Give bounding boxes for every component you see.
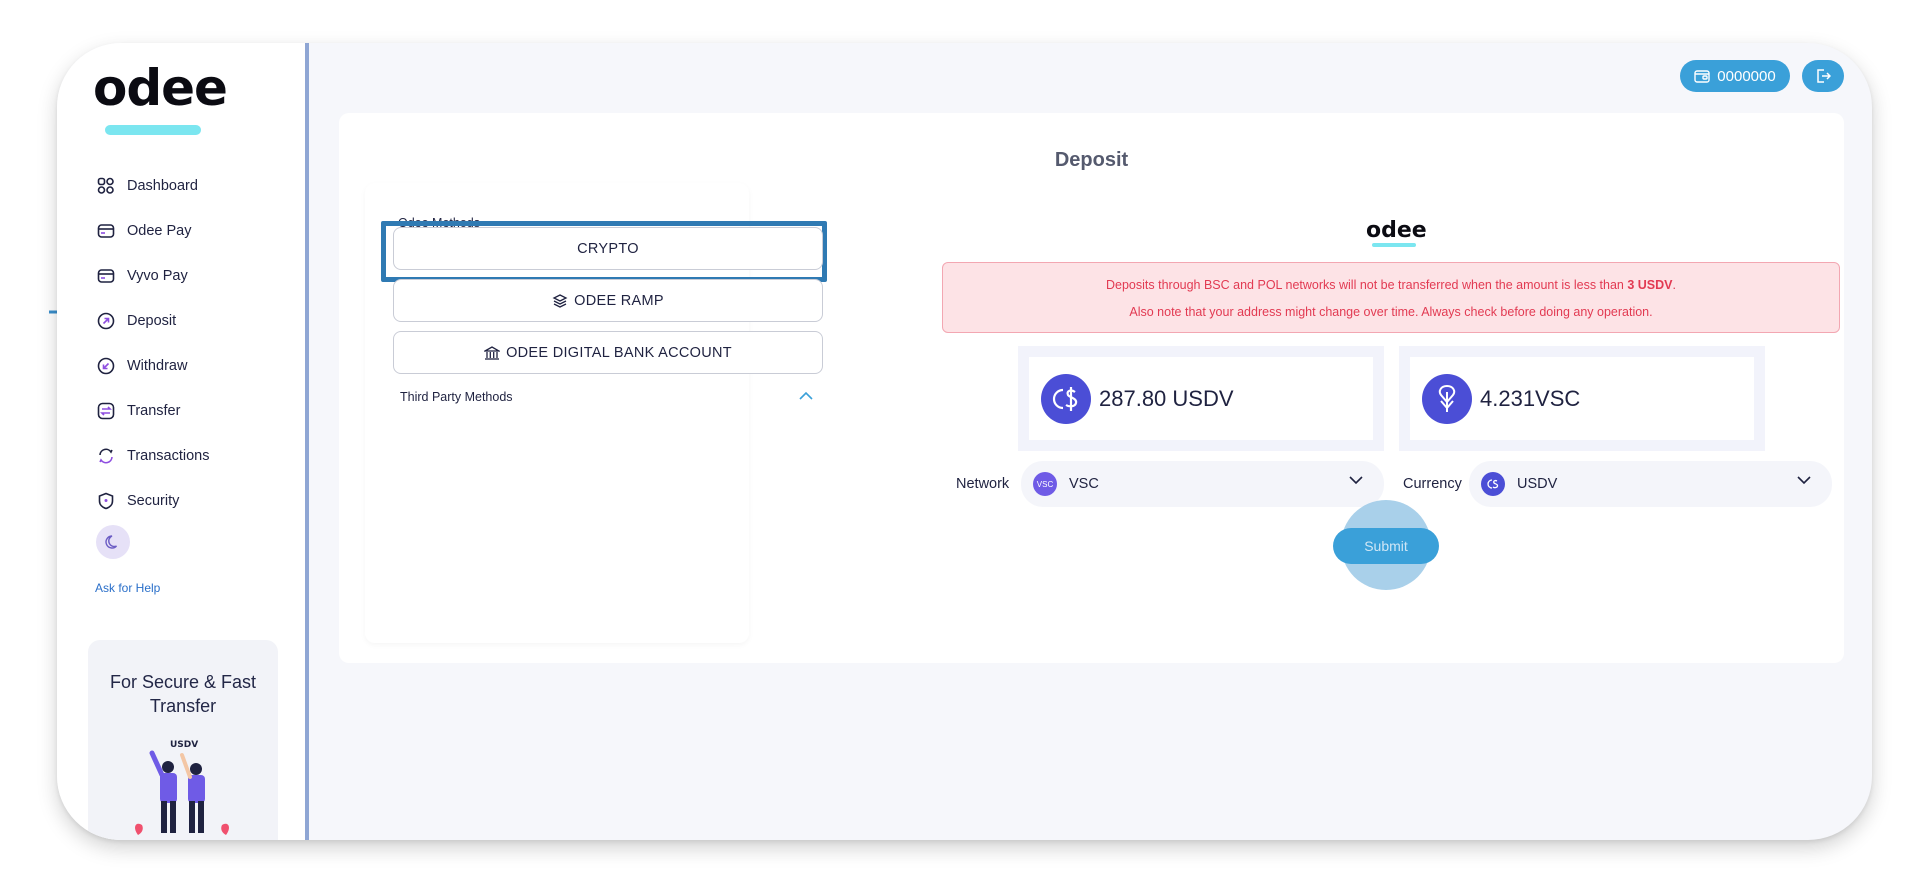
- brand-brush-stroke: [1372, 243, 1416, 247]
- transfer-icon: [95, 400, 117, 422]
- logo-text: odee: [93, 59, 228, 117]
- wallet-icon: [1694, 70, 1710, 83]
- grid-icon: [95, 175, 117, 197]
- sidebar-item-label: Dashboard: [127, 177, 198, 194]
- sidebar-item-vyvo-pay[interactable]: Vyvo Pay: [95, 253, 209, 298]
- app-window: odee Dashboard Odee Pay Vyvo Pay Deposit…: [57, 43, 1872, 840]
- alert-min-amount: 3 USDV: [1627, 278, 1673, 292]
- crypto-method-button[interactable]: CRYPTO: [393, 227, 823, 270]
- currency-select[interactable]: USDV: [1469, 461, 1832, 507]
- sidebar-item-label: Vyvo Pay: [127, 267, 188, 284]
- vsc-balance-card: 4.231VSC: [1399, 346, 1765, 451]
- sidebar-nav: Dashboard Odee Pay Vyvo Pay Deposit With…: [95, 163, 209, 523]
- vsc-network-badge: VSC: [1033, 472, 1057, 496]
- usdv-balance-value: 287.80 USDV: [1099, 385, 1234, 411]
- sidebar-item-label: Deposit: [127, 312, 177, 329]
- people-celebrating-illustration: USDV: [135, 740, 229, 835]
- theme-toggle-button[interactable]: [96, 525, 130, 559]
- network-select-value: VSC: [1069, 476, 1099, 492]
- third-party-methods-label[interactable]: Third Party Methods: [400, 390, 513, 404]
- deposit-icon: [95, 310, 117, 332]
- sidebar-item-label: Transfer: [127, 402, 181, 419]
- odee-brand-logo: odee: [1366, 218, 1427, 243]
- promo-card: For Secure & Fast Transfer USDV: [88, 640, 278, 840]
- currency-label: Currency: [1403, 476, 1462, 492]
- shield-icon: [95, 490, 117, 512]
- sidebar-item-security[interactable]: Security: [95, 478, 209, 523]
- chevron-down-icon: [1797, 476, 1811, 485]
- promo-coin-label: USDV: [170, 740, 198, 750]
- alert-line-2: Also note that your address might change…: [1129, 305, 1653, 319]
- card-icon: [95, 265, 117, 287]
- network-label: Network: [956, 476, 1010, 492]
- sidebar-item-transactions[interactable]: Transactions: [95, 433, 209, 478]
- usdv-balance-card: 287.80 USDV: [1018, 346, 1384, 451]
- deposit-warning-alert: Deposits through BSC and POL networks wi…: [942, 262, 1840, 333]
- chevron-down-icon: [1349, 476, 1363, 485]
- sidebar-item-withdraw[interactable]: Withdraw: [95, 343, 209, 388]
- logout-icon: [1817, 69, 1831, 83]
- usdv-coin-icon: [1041, 373, 1091, 424]
- logo-brush-stroke: [105, 125, 201, 135]
- chevron-up-icon[interactable]: [798, 391, 814, 401]
- withdraw-icon: [95, 355, 117, 377]
- odee-digital-bank-account-button[interactable]: ODEE DIGITAL BANK ACCOUNT: [393, 331, 823, 374]
- wallet-balance-value: 0000000: [1717, 67, 1776, 85]
- vsc-coin-icon: [1422, 373, 1472, 424]
- sidebar-item-transfer[interactable]: Transfer: [95, 388, 209, 433]
- card-icon: [95, 220, 117, 242]
- method-label: ODEE RAMP: [574, 292, 664, 309]
- submit-button[interactable]: Submit: [1333, 528, 1439, 564]
- alert-line-1: Deposits through BSC and POL networks wi…: [943, 278, 1839, 292]
- promo-title: For Secure & Fast Transfer: [109, 672, 257, 716]
- layers-icon: [552, 293, 568, 308]
- logout-button[interactable]: [1802, 60, 1844, 92]
- odee-ramp-method-button[interactable]: ODEE RAMP: [393, 279, 823, 322]
- vsc-balance-value: 4.231VSC: [1480, 385, 1581, 411]
- usdv-balance-inner: 287.80 USDV: [1029, 357, 1373, 440]
- alert-line-1-suffix: .: [1672, 278, 1676, 292]
- sidebar-item-deposit[interactable]: Deposit: [95, 298, 209, 343]
- sidebar-item-label: Withdraw: [127, 357, 188, 374]
- page-title: Deposit: [1054, 149, 1129, 171]
- moon-icon: [105, 535, 118, 549]
- sidebar: odee Dashboard Odee Pay Vyvo Pay Deposit…: [57, 43, 309, 840]
- refresh-icon: [95, 445, 117, 467]
- wallet-balance-button[interactable]: 0000000: [1680, 60, 1790, 92]
- sidebar-item-label: Transactions: [127, 447, 210, 464]
- method-label: CRYPTO: [577, 240, 639, 257]
- bank-icon: [484, 345, 501, 360]
- odee-logo[interactable]: odee: [93, 59, 233, 135]
- alert-line-1-text: Deposits through BSC and POL networks wi…: [1106, 278, 1628, 292]
- ask-for-help-link[interactable]: Ask for Help: [95, 581, 160, 595]
- sidebar-item-label: Odee Pay: [127, 222, 192, 239]
- sidebar-item-dashboard[interactable]: Dashboard: [95, 163, 209, 208]
- network-select[interactable]: VSC VSC: [1021, 461, 1384, 507]
- vsc-balance-inner: 4.231VSC: [1410, 357, 1754, 440]
- usdv-currency-icon: [1481, 472, 1505, 496]
- currency-select-value: USDV: [1517, 476, 1558, 492]
- sidebar-item-odee-pay[interactable]: Odee Pay: [95, 208, 209, 253]
- method-label: ODEE DIGITAL BANK ACCOUNT: [506, 344, 732, 361]
- deposit-card: Deposit Odee Methods CRYPTO ODEE RAMP OD…: [339, 113, 1844, 663]
- sidebar-item-label: Security: [127, 492, 180, 509]
